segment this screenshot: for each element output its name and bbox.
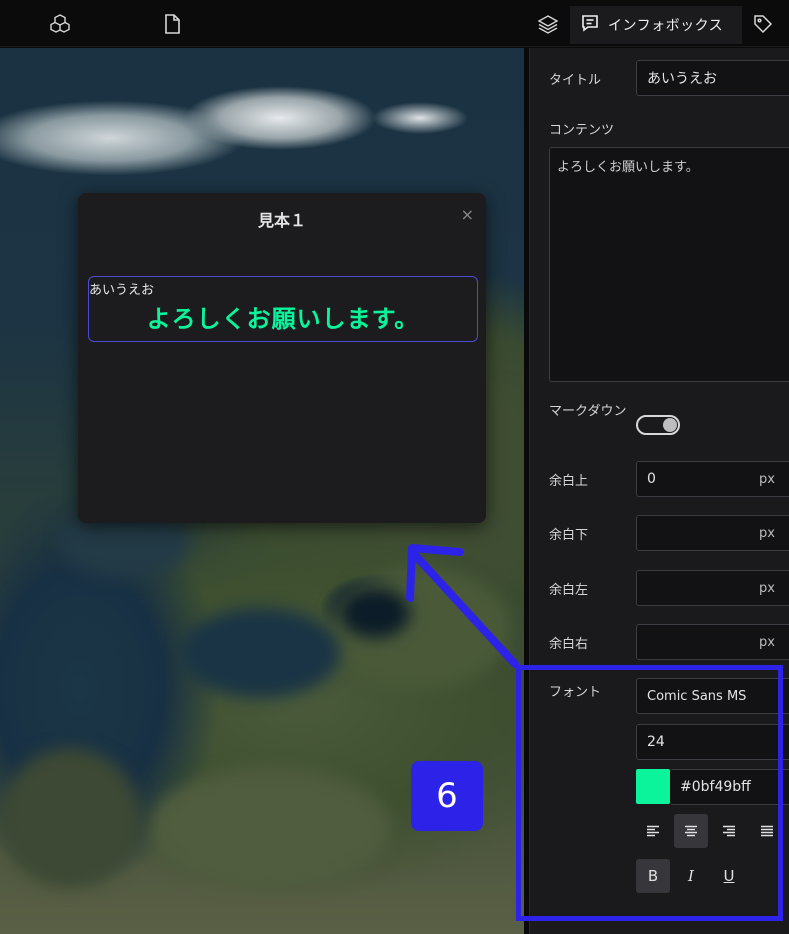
markdown-toggle[interactable]	[636, 415, 680, 435]
toggle-knob	[663, 418, 677, 432]
cubes-icon[interactable]	[48, 12, 72, 36]
tag-icon[interactable]	[751, 12, 775, 36]
step-number-badge: 6	[411, 761, 483, 831]
close-icon[interactable]: ×	[461, 205, 474, 224]
title-label: タイトル	[549, 73, 602, 88]
margin-left-unit: px	[759, 580, 775, 596]
contents-label: コンテンツ	[549, 123, 615, 138]
title-input[interactable]: あいうえお	[636, 60, 789, 96]
margin-top-label: 余白上	[549, 474, 589, 489]
highlight-box	[516, 665, 783, 921]
popup-title: 見本１	[257, 211, 306, 230]
margin-bottom-input[interactable]: px	[636, 515, 789, 551]
margin-left-label: 余白左	[549, 583, 589, 598]
card-content: よろしくお願いします。	[146, 305, 420, 333]
layers-icon[interactable]	[536, 12, 560, 36]
infobox-card[interactable]: あいうえお よろしくお願いします。	[88, 276, 478, 342]
margin-right-input[interactable]: px	[636, 624, 789, 660]
file-icon[interactable]	[160, 12, 184, 36]
card-title: あいうえお	[89, 283, 155, 298]
markdown-label: マークダウン	[549, 404, 627, 419]
margin-left-input[interactable]: px	[636, 570, 789, 606]
margin-right-unit: px	[759, 634, 775, 650]
margin-bottom-unit: px	[759, 525, 775, 541]
tab-infobox-label: インフォボックス	[608, 18, 724, 34]
margin-top-unit: px	[759, 471, 775, 487]
contents-textarea[interactable]: よろしくお願いします。	[549, 147, 789, 382]
infobox-icon	[580, 13, 600, 37]
infobox-popup: 見本１ × あいうえお よろしくお願いします。	[78, 193, 486, 523]
top-toolbar: インフォボックス	[0, 0, 789, 47]
margin-top-value: 0	[647, 471, 656, 487]
margin-top-input[interactable]: 0 px	[636, 461, 789, 497]
margin-right-label: 余白右	[549, 637, 589, 652]
margin-bottom-label: 余白下	[549, 528, 589, 543]
tab-infobox[interactable]: インフォボックス	[570, 6, 742, 44]
